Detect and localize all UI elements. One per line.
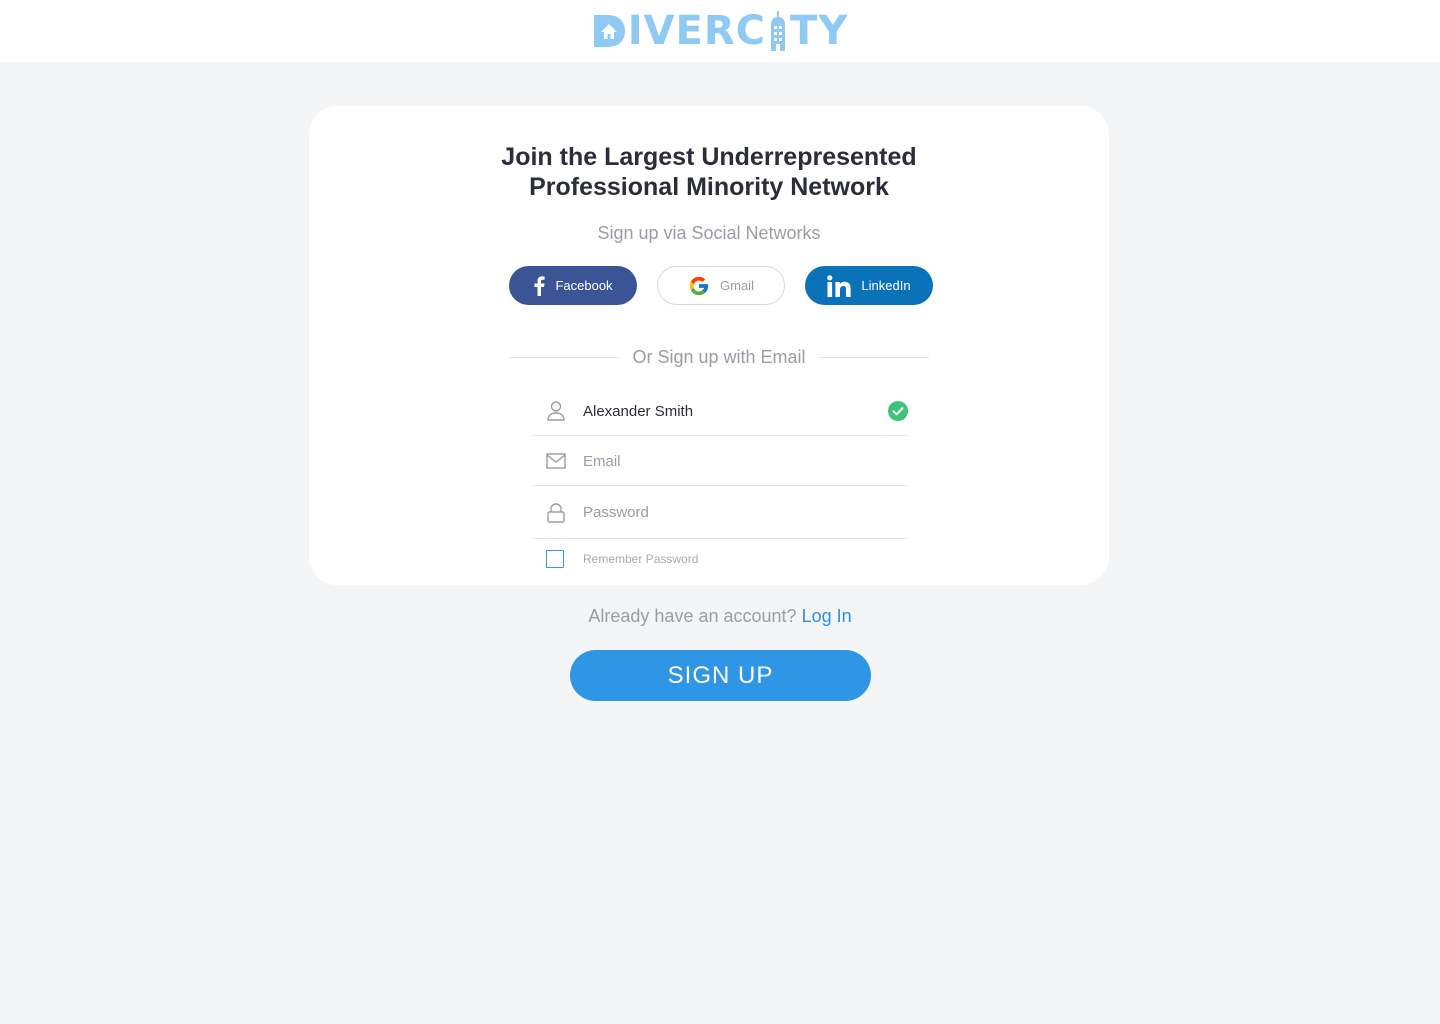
signup-card: Join the Largest Underrepresented Profes… [309, 106, 1109, 585]
logo-wordmark: IVERC TY [628, 9, 849, 53]
logo-tower-icon [771, 11, 786, 51]
already-account-text: Already have an account? [588, 606, 797, 626]
valid-check-icon [888, 401, 908, 421]
divider-line-right [817, 356, 930, 358]
gmail-signup-button[interactable]: Gmail [657, 266, 785, 305]
linkedin-label: LinkedIn [861, 278, 911, 293]
divider-text: Or Sign up with Email [632, 346, 806, 367]
logo-text-start: IVERC [627, 8, 767, 54]
full-name-input[interactable] [583, 402, 873, 420]
title-line-2: Professional Minority Network [529, 173, 889, 201]
gmail-label: Gmail [720, 278, 754, 293]
name-field [532, 387, 908, 436]
email-input[interactable] [583, 452, 873, 470]
password-input[interactable] [583, 504, 873, 521]
email-divider: Or Sign up with Email [509, 346, 930, 368]
logo-house-d-icon [593, 15, 625, 47]
google-icon [688, 275, 710, 297]
user-icon [546, 401, 566, 421]
remember-password-checkbox[interactable] [546, 550, 564, 568]
page-title: Join the Largest Underrepresented Profes… [309, 142, 1109, 202]
linkedin-signup-button[interactable]: LinkedIn [805, 266, 933, 305]
top-bar: IVERC TY [0, 0, 1440, 62]
divercity-logo[interactable]: IVERC TY [592, 9, 849, 53]
facebook-signup-button[interactable]: Facebook [509, 266, 637, 305]
linkedin-icon [827, 274, 852, 297]
divider-line-left [509, 356, 621, 358]
email-field [532, 437, 908, 486]
logo-text-end: TY [790, 8, 849, 54]
password-field [532, 487, 908, 539]
sign-up-button[interactable]: SIGN UP [570, 650, 871, 701]
social-signup-heading: Sign up via Social Networks [597, 223, 821, 243]
lock-icon [546, 502, 566, 523]
facebook-icon [533, 275, 546, 296]
title-line-1: Join the Largest Underrepresented [501, 143, 917, 171]
login-prompt: Already have an account? Log In [0, 606, 1440, 627]
remember-password-row: Remember Password [546, 550, 698, 568]
mail-icon [546, 451, 566, 471]
login-link[interactable]: Log In [802, 606, 852, 626]
remember-password-label[interactable]: Remember Password [583, 552, 698, 566]
facebook-label: Facebook [555, 278, 613, 293]
